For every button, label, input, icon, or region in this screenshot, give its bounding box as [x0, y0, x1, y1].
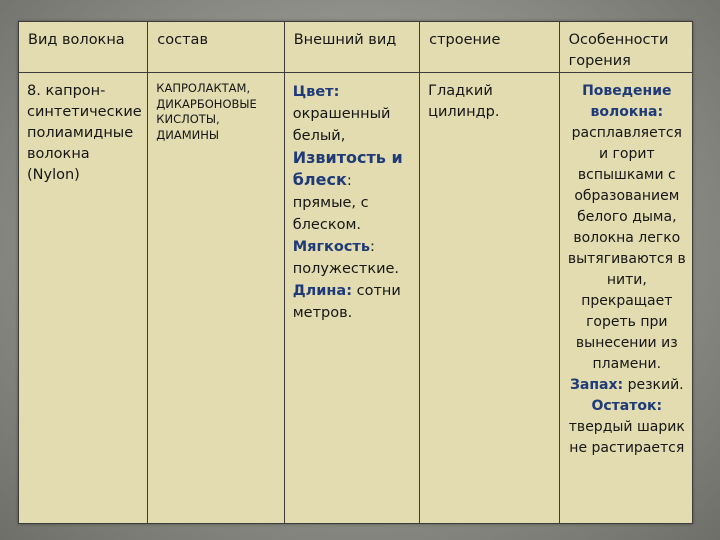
structure-text: Гладкий цилиндр. — [420, 73, 558, 123]
behavior-line: белого дыма, — [577, 209, 677, 225]
table-header-row: Вид волокна состав Внешний вид строение … — [17, 21, 694, 73]
header-fiber-type: Вид волокна — [28, 32, 125, 48]
luster-colon: : — [346, 173, 352, 189]
structure-line: цилиндр. — [428, 104, 500, 120]
behavior-line: гореть при — [586, 314, 668, 330]
color-value: белый, — [292, 128, 346, 144]
header-cell-structure: строение — [419, 21, 560, 73]
length-label: Длина: — [292, 283, 353, 299]
structure-line: Гладкий — [428, 83, 493, 99]
composition-line: КИСЛОТЫ, — [156, 112, 220, 126]
composition-line: ДИАМИНЫ — [156, 127, 220, 142]
behavior-line: и горит — [598, 146, 655, 162]
cell-burning: Поведение волокна: расплавляется и горит… — [558, 72, 694, 524]
residue-line: не растирается — [569, 440, 685, 456]
softness-label: Мягкость — [292, 239, 371, 255]
header-cell-appearance: Внешний вид — [283, 21, 421, 73]
composition-line: ДИКАРБОНОВЫЕ — [156, 96, 257, 111]
luster-label: блеск — [292, 170, 347, 189]
residue-label: Остаток: — [591, 398, 663, 414]
fiber-type-line: 8. капрон- — [27, 83, 106, 99]
header-structure: строение — [429, 32, 501, 48]
behavior-label: волокна: — [590, 104, 664, 120]
color-value: окрашенный — [292, 106, 391, 122]
composition-text: КАПРОЛАКТАМ, ДИКАРБОНОВЫЕ КИСЛОТЫ, ДИАМИ… — [148, 73, 283, 143]
behavior-line: вытягиваются в — [567, 251, 686, 267]
cell-structure: Гладкий цилиндр. — [419, 72, 560, 524]
smell-label: Запах: — [569, 377, 624, 393]
color-label: Цвет: — [292, 84, 340, 100]
luster-value: блеском. — [292, 217, 361, 233]
fiber-type-line: волокна — [27, 146, 90, 162]
appearance-text: Цвет: окрашенный белый, Извитость и блес… — [285, 73, 419, 324]
fiber-type-line: полиамидные — [27, 125, 134, 141]
table-row: 8. капрон- синтетические полиамидные вол… — [17, 72, 694, 524]
cell-appearance: Цвет: окрашенный белый, Извитость и блес… — [283, 72, 421, 524]
smell-value: резкий. — [623, 377, 684, 393]
luster-label: Извитость и — [292, 148, 403, 167]
header-cell-composition: состав — [147, 21, 285, 73]
length-value: сотни — [352, 283, 401, 299]
luster-value: прямые, с — [292, 195, 369, 211]
header-cell-burning: Особенности горения — [558, 21, 694, 73]
behavior-line: нити, — [606, 272, 647, 288]
behavior-line: вспышками с — [577, 167, 676, 183]
behavior-line: волокна легко — [573, 230, 681, 246]
softness-value: полужесткие. — [292, 261, 400, 277]
header-composition: состав — [157, 32, 208, 48]
cell-composition: КАПРОЛАКТАМ, ДИКАРБОНОВЫЕ КИСЛОТЫ, ДИАМИ… — [147, 72, 285, 524]
residue-line: твердый шарик — [568, 419, 685, 435]
header-appearance: Внешний вид — [293, 32, 397, 48]
length-value: метров. — [292, 305, 353, 321]
cell-fiber-type: 8. капрон- синтетические полиамидные вол… — [17, 72, 149, 524]
behavior-line: прекращает — [581, 293, 673, 309]
softness-colon: : — [370, 239, 375, 255]
behavior-line: расплавляется — [571, 125, 682, 141]
behavior-line: образованием — [574, 188, 680, 204]
composition-line: КАПРОЛАКТАМ, — [156, 81, 251, 95]
behavior-line: вынесении из — [575, 335, 678, 351]
header-burning: Особенности горения — [568, 32, 669, 69]
fiber-type-line: синтетические — [27, 104, 142, 120]
burning-text: Поведение волокна: расплавляется и горит… — [560, 73, 692, 459]
behavior-label: Поведение — [582, 83, 672, 99]
fiber-properties-table: Вид волокна состав Внешний вид строение … — [17, 21, 694, 524]
fiber-type-text: 8. капрон- синтетические полиамидные вол… — [19, 73, 147, 186]
fiber-type-line: (Nylon) — [27, 167, 80, 183]
behavior-line: пламени. — [592, 356, 662, 372]
header-cell-fiber-type: Вид волокна — [17, 21, 149, 73]
